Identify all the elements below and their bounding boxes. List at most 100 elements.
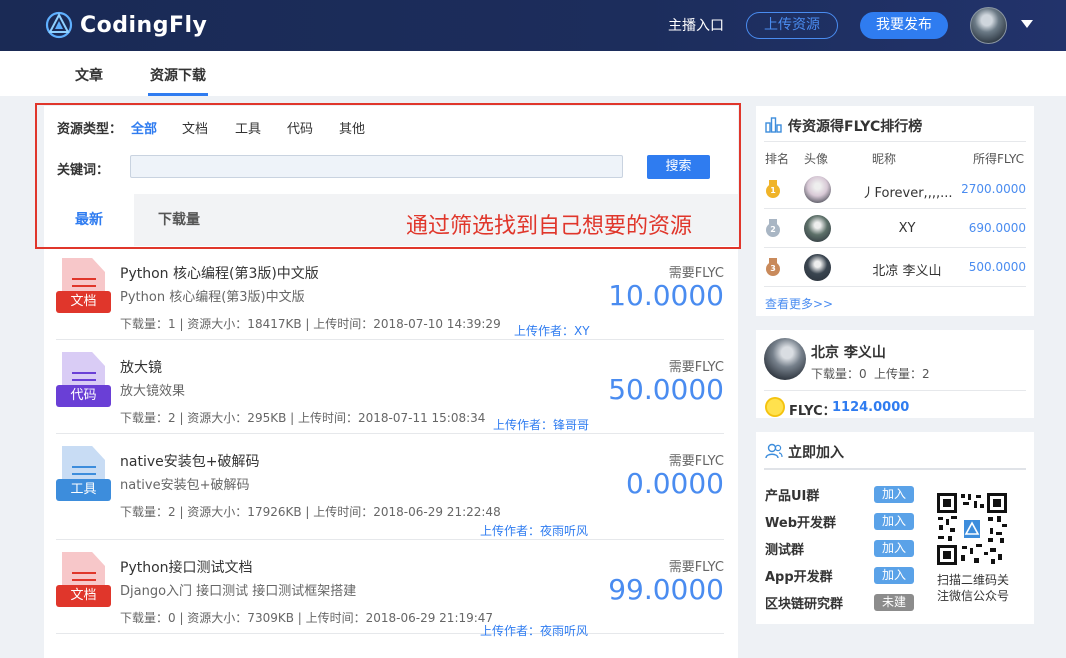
item-price: 99.0000 <box>608 573 724 606</box>
flyc-header: 所得FLYC <box>973 152 1025 166</box>
item-price: 50.0000 <box>608 373 724 406</box>
ranking-card: 传资源得FLYC排行榜 排名 头像 昵称 所得FLYC 1 丿Forever,,… <box>756 106 1034 316</box>
nickname-header: 昵称 <box>872 152 897 166</box>
type-option-code[interactable]: 代码 <box>287 118 313 137</box>
type-label: 资源类型： <box>57 122 123 137</box>
item-title[interactable]: native安装包+破解码 <box>120 451 259 471</box>
avatar[interactable] <box>804 215 831 242</box>
sub-navigation: 文章 资源下载 <box>0 51 1066 96</box>
item-desc: 放大镜效果 <box>120 384 186 399</box>
user-uploads: 上传量：2 <box>874 367 930 381</box>
type-option-doc[interactable]: 文档 <box>182 118 208 137</box>
join-group-button[interactable]: 加入 <box>874 567 914 584</box>
gold-medal-icon: 1 <box>764 180 782 200</box>
group-name: 区块链研究群 <box>765 597 844 612</box>
avatar[interactable] <box>764 338 806 380</box>
qr-code <box>936 492 1008 566</box>
group-name: App开发群 <box>765 570 833 585</box>
publish-button[interactable]: 我要发布 <box>860 12 948 39</box>
tab-resource-download[interactable]: 资源下载 <box>148 65 208 96</box>
chevron-down-icon[interactable] <box>1021 20 1033 28</box>
user-card: 北京 李义山 下载量：0 上传量：2 FLYC： 1124.0000 <box>756 330 1034 419</box>
list-item[interactable]: 代码 放大镜 放大镜效果 下载量：2 | 资源大小：295KB | 上传时间：2… <box>56 340 724 434</box>
list-item[interactable]: 文档 Python接口测试文档 Django入门 接口测试 接口测试框架搭建 下… <box>56 540 724 638</box>
user-avatar[interactable] <box>970 7 1007 44</box>
item-meta: 下载量：0 | 资源大小：7309KB | 上传时间：2018-06-29 21… <box>120 611 494 625</box>
code-icon: 代码 <box>56 352 111 408</box>
item-title[interactable]: Python 核心编程(第3版)中文版 <box>120 263 319 283</box>
flyc-label: FLYC： <box>789 404 836 419</box>
annotation-text: 通过筛选找到自己想要的资源 <box>406 214 693 239</box>
list-item[interactable]: 文档 Python 核心编程(第3版)中文版 Python 核心编程(第3版)中… <box>56 246 724 340</box>
user-name[interactable]: 北京 李义山 <box>811 342 886 362</box>
item-meta: 下载量：2 | 资源大小：17926KB | 上传时间：2018-06-29 2… <box>120 505 501 519</box>
qr-caption: 扫描二维码关注微信公众号 <box>936 573 1009 603</box>
join-group-button[interactable]: 加入 <box>874 540 914 557</box>
item-meta: 下载量：1 | 资源大小：18417KB | 上传时间：2018-07-10 1… <box>120 317 501 331</box>
item-author[interactable]: 上传作者：锋哥哥 <box>493 416 589 433</box>
top-header: CodingFly 主播入口 上传资源 我要发布 <box>0 0 1066 51</box>
sort-tab-downloads[interactable]: 下载量 <box>134 194 224 246</box>
bar-chart-icon <box>765 117 782 133</box>
ranking-title: 传资源得FLYC排行榜 <box>788 119 923 135</box>
type-badge: 代码 <box>56 385 111 407</box>
rank-flyc: 690.0000 <box>968 221 1026 235</box>
rank-flyc: 2700.0000 <box>961 182 1026 196</box>
search-button[interactable]: 搜索 <box>647 155 710 179</box>
type-badge: 文档 <box>56 291 111 313</box>
users-icon <box>765 443 783 459</box>
anchor-entry-link[interactable]: 主播入口 <box>668 15 724 35</box>
logo-icon <box>45 11 73 39</box>
tool-icon: 工具 <box>56 446 111 502</box>
logo[interactable]: CodingFly <box>44 10 207 40</box>
rank-header: 排名 <box>765 152 790 166</box>
document-icon: 文档 <box>56 258 111 314</box>
item-author[interactable]: 上传作者：夜雨听风 <box>480 622 588 639</box>
join-card: 立即加入 产品UI群 加入 Web开发群 加入 测试群 加入 App开发群 加入… <box>756 432 1034 624</box>
item-author[interactable]: 上传作者：XY <box>514 322 590 339</box>
type-option-other[interactable]: 其他 <box>339 118 365 137</box>
resource-panel: 资源类型： 全部 文档 工具 代码 其他 关键词： 搜索 最新 下载量 文档 P… <box>44 106 738 658</box>
item-price: 0.0000 <box>626 467 724 500</box>
keyword-input[interactable] <box>130 155 623 178</box>
item-desc: Django入门 接口测试 接口测试框架搭建 <box>120 584 357 599</box>
avatar[interactable] <box>804 176 831 203</box>
type-option-tool[interactable]: 工具 <box>235 118 261 137</box>
bronze-medal-icon: 3 <box>764 258 782 278</box>
type-option-all[interactable]: 全部 <box>131 118 157 137</box>
coin-icon <box>765 397 785 417</box>
ranking-row[interactable]: 3 北凉 李义山 500.0000 <box>764 248 1026 287</box>
group-name: 产品UI群 <box>765 489 820 504</box>
item-price: 10.0000 <box>608 279 724 312</box>
list-item[interactable]: 工具 native安装包+破解码 native安装包+破解码 下载量：2 | 资… <box>56 434 724 540</box>
user-downloads: 下载量：0 <box>811 367 867 381</box>
group-name: 测试群 <box>765 543 805 558</box>
flyc-value: 1124.0000 <box>832 400 910 415</box>
rank-nickname: 丿Forever,,,,... <box>861 186 953 201</box>
item-desc: native安装包+破解码 <box>120 478 250 493</box>
rank-nickname: XY <box>898 221 916 236</box>
type-badge: 工具 <box>56 479 111 501</box>
avatar[interactable] <box>804 254 831 281</box>
item-title[interactable]: Python接口测试文档 <box>120 557 253 577</box>
see-more-link[interactable]: 查看更多>> <box>765 295 833 312</box>
upload-resource-button[interactable]: 上传资源 <box>746 12 838 39</box>
tab-articles[interactable]: 文章 <box>75 65 103 85</box>
ranking-row[interactable]: 1 丿Forever,,,,... 2700.0000 <box>764 170 1026 209</box>
filter-section: 资源类型： 全部 文档 工具 代码 其他 关键词： 搜索 <box>44 106 738 194</box>
item-desc: Python 核心编程(第3版)中文版 <box>120 290 305 305</box>
ranking-row[interactable]: 2 XY 690.0000 <box>764 209 1026 248</box>
join-group-button[interactable]: 加入 <box>874 486 914 503</box>
silver-medal-icon: 2 <box>764 219 782 239</box>
rank-nickname: 北凉 李义山 <box>872 264 942 279</box>
group-not-built-button[interactable]: 未建 <box>874 594 914 611</box>
sort-tab-latest[interactable]: 最新 <box>44 194 134 246</box>
join-group-button[interactable]: 加入 <box>874 513 914 530</box>
type-badge: 文档 <box>56 585 111 607</box>
logo-text: CodingFly <box>80 12 208 38</box>
document-icon: 文档 <box>56 552 111 608</box>
avatar-header: 头像 <box>804 152 829 166</box>
item-title[interactable]: 放大镜 <box>120 357 162 377</box>
item-author[interactable]: 上传作者：夜雨听风 <box>480 522 588 539</box>
keyword-label: 关键词： <box>57 163 110 178</box>
